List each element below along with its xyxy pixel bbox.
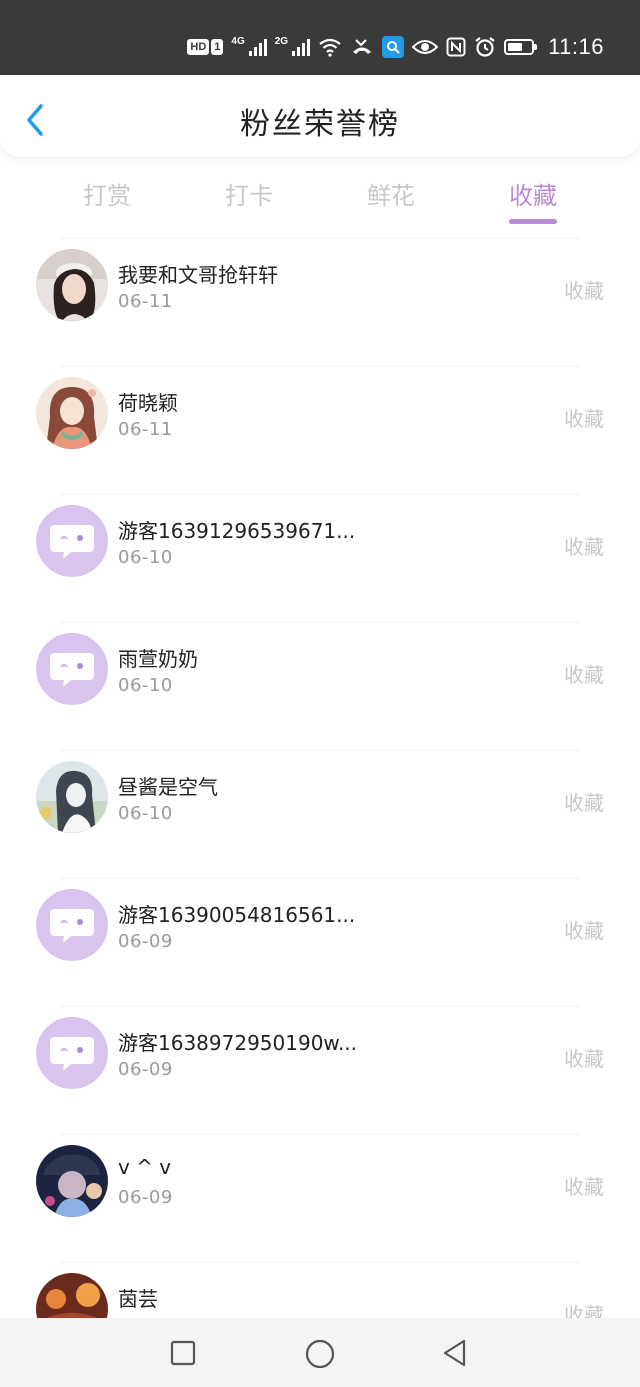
fan-date: 06-10 <box>118 803 173 824</box>
tab-bar: 打赏 打卡 鲜花 收藏 <box>0 170 640 230</box>
avatar <box>36 377 108 449</box>
fan-name: 我要和文哥抢轩轩 <box>118 263 278 287</box>
fan-name: 昼酱是空气 <box>118 775 218 799</box>
signal-bars-2-icon <box>292 38 311 56</box>
system-nav-bar <box>0 1318 640 1387</box>
favorite-label: 收藏 <box>564 791 604 815</box>
favorite-label: 收藏 <box>564 663 604 687</box>
list-item[interactable]: 我要和文哥抢轩轩 06-11 收藏 <box>36 238 604 366</box>
avatar <box>36 1017 108 1089</box>
tab-checkin[interactable]: 打卡 <box>199 176 299 211</box>
tab-reward[interactable]: 打赏 <box>57 176 157 211</box>
fan-name: 茵芸 <box>118 1287 158 1311</box>
nfc-icon <box>446 37 466 57</box>
avatar <box>36 1273 108 1318</box>
list-item[interactable]: 游客1638972950190w... 06-09 收藏 <box>36 1006 604 1134</box>
avatar <box>36 505 108 577</box>
chat-bubble-icon <box>50 525 94 559</box>
back-nav-button[interactable] <box>440 1338 470 1368</box>
chat-bubble-icon <box>50 653 94 687</box>
fan-name: 游客1638972950190w... <box>118 1031 358 1055</box>
circle-icon <box>305 1339 335 1369</box>
favorite-label: 收藏 <box>564 1303 604 1318</box>
list-item[interactable]: 昼酱是空气 06-10 收藏 <box>36 750 604 878</box>
status-icons: HD 1 4G 2G 11:16 <box>187 30 604 64</box>
chat-bubble-icon <box>50 909 94 943</box>
network-2g-label: 2G <box>274 35 289 47</box>
favorite-label: 收藏 <box>564 1047 604 1071</box>
fan-name: 游客16391296539671... <box>118 519 356 543</box>
clock: 11:16 <box>548 34 604 59</box>
avatar <box>36 761 108 833</box>
network-4g-label: 4G <box>231 35 245 47</box>
hd-label: HD <box>187 39 210 55</box>
list-item[interactable]: 游客16391296539671... 06-10 收藏 <box>36 494 604 622</box>
page-header: 粉丝荣誉榜 <box>0 75 640 157</box>
avatar <box>36 889 108 961</box>
list-item[interactable]: 荷晓颖 06-11 收藏 <box>36 366 604 494</box>
missed-call-icon <box>353 39 372 54</box>
fan-name: 荷晓颖 <box>118 391 178 415</box>
tab-favorites[interactable]: 收藏 <box>483 176 583 211</box>
tab-flowers[interactable]: 鲜花 <box>341 176 441 211</box>
square-icon <box>170 1340 196 1366</box>
wifi-icon <box>319 38 341 57</box>
avatar <box>36 633 108 705</box>
fan-list: 我要和文哥抢轩轩 06-11 收藏 荷晓颖 06-11 收藏 游客1639129… <box>0 238 640 1318</box>
page-title: 粉丝荣誉榜 <box>240 107 400 142</box>
avatar <box>36 249 108 321</box>
fan-date: 06-10 <box>118 547 173 568</box>
favorite-label: 收藏 <box>564 1175 604 1199</box>
favorite-label: 收藏 <box>564 919 604 943</box>
fan-date: 06-09 <box>118 1059 173 1080</box>
fan-date: 06-09 <box>118 1187 173 1208</box>
active-tab-indicator <box>509 219 557 224</box>
hd-badge: HD 1 <box>187 39 224 55</box>
chat-bubble-icon <box>50 1037 94 1071</box>
fan-date: 06-11 <box>118 419 173 440</box>
recents-button[interactable] <box>168 1338 198 1368</box>
favorite-label: 收藏 <box>564 279 604 303</box>
battery-level-fill <box>508 43 523 51</box>
search-app-icon <box>382 36 405 58</box>
status-bar: HD 1 4G 2G 11:16 <box>0 0 640 75</box>
list-item[interactable]: 游客16390054816561... 06-09 收藏 <box>36 878 604 1006</box>
fan-name: 雨萱奶奶 <box>118 647 198 671</box>
avatar <box>36 1145 108 1217</box>
home-button[interactable] <box>304 1338 335 1369</box>
alarm-icon <box>475 37 495 57</box>
signal-bars-icon <box>248 38 267 56</box>
list-item[interactable]: 雨萱奶奶 06-10 收藏 <box>36 622 604 750</box>
list-item[interactable]: v ^ v 06-09 收藏 <box>36 1134 604 1262</box>
fan-date: 06-11 <box>118 291 173 312</box>
triangle-back-icon <box>443 1339 466 1367</box>
favorite-label: 收藏 <box>564 407 604 431</box>
fan-name: 游客16390054816561... <box>118 903 356 927</box>
sim-label: 1 <box>211 39 224 55</box>
favorite-label: 收藏 <box>564 535 604 559</box>
eye-icon <box>412 40 439 54</box>
fan-date: 06-10 <box>118 675 173 696</box>
battery-icon <box>504 39 538 55</box>
fan-name: v ^ v <box>118 1155 172 1179</box>
list-item[interactable]: 茵芸 06-09 收藏 <box>36 1262 604 1318</box>
fan-date: 06-09 <box>118 931 173 952</box>
